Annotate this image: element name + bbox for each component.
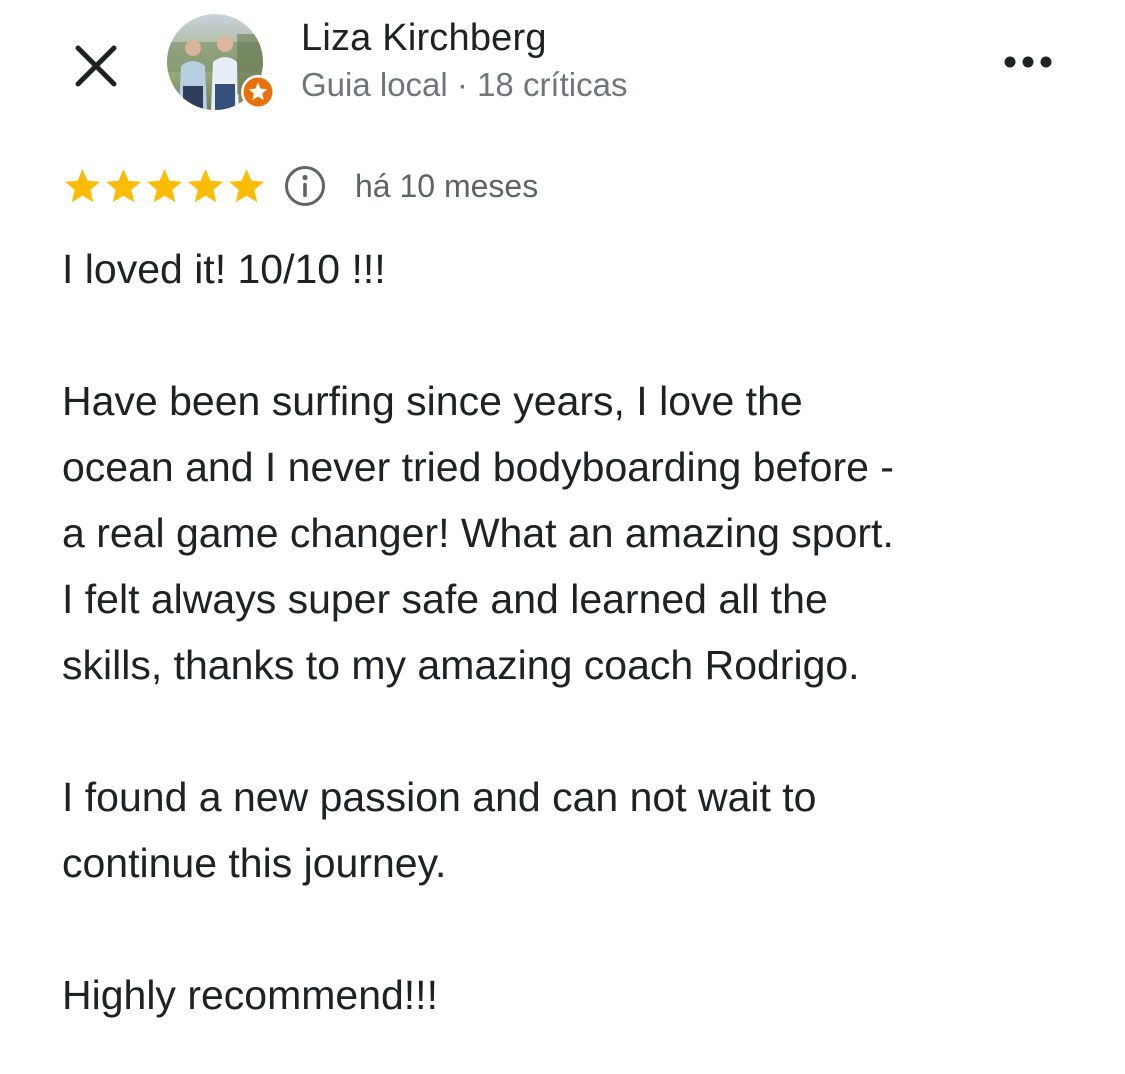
review-line: a real game changer! What an amazing spo… bbox=[62, 510, 894, 556]
review-line: skills, thanks to my amazing coach Rodri… bbox=[62, 642, 860, 688]
review-line: Have been surfing since years, I love th… bbox=[62, 378, 803, 424]
reviewer-subtitle: Guia local · 18 críticas bbox=[301, 66, 628, 103]
star-icon bbox=[229, 168, 264, 202]
reviewer-name[interactable]: Liza Kirchberg bbox=[301, 17, 547, 60]
star-icon bbox=[188, 168, 223, 202]
star-icon bbox=[106, 168, 141, 202]
review-line: ocean and I never tried bodyboarding bef… bbox=[62, 444, 894, 490]
review-paragraph: Have been surfing since years, I love th… bbox=[62, 368, 1082, 698]
reviewer-avatar-container bbox=[167, 14, 279, 114]
review-date: há 10 meses bbox=[355, 167, 539, 204]
review-paragraph: Highly recommend!!! bbox=[62, 962, 1082, 1028]
review-line: I loved it! 10/10 !!! bbox=[62, 246, 386, 292]
review-line: I felt always super safe and learned all… bbox=[62, 576, 828, 622]
review-line: I found a new passion and can not wait t… bbox=[62, 774, 817, 820]
info-icon[interactable] bbox=[283, 164, 327, 208]
review-paragraph: I found a new passion and can not wait t… bbox=[62, 764, 1082, 896]
rating-row: há 10 meses bbox=[62, 160, 538, 212]
review-line: Highly recommend!!! bbox=[62, 972, 438, 1018]
close-icon bbox=[75, 45, 117, 87]
star-rating bbox=[62, 166, 267, 207]
local-guide-badge bbox=[240, 74, 276, 110]
local-guide-star-icon bbox=[241, 75, 275, 109]
more-options-button[interactable] bbox=[996, 44, 1060, 80]
star-icon bbox=[65, 168, 100, 202]
review-line: continue this journey. bbox=[62, 840, 447, 886]
star-icon bbox=[147, 168, 182, 202]
more-horizontal-icon bbox=[1004, 56, 1052, 68]
close-button[interactable] bbox=[70, 40, 122, 92]
review-paragraph: I loved it! 10/10 !!! bbox=[62, 236, 1082, 302]
review-text: I loved it! 10/10 !!! Have been surfing s… bbox=[62, 236, 1082, 1028]
